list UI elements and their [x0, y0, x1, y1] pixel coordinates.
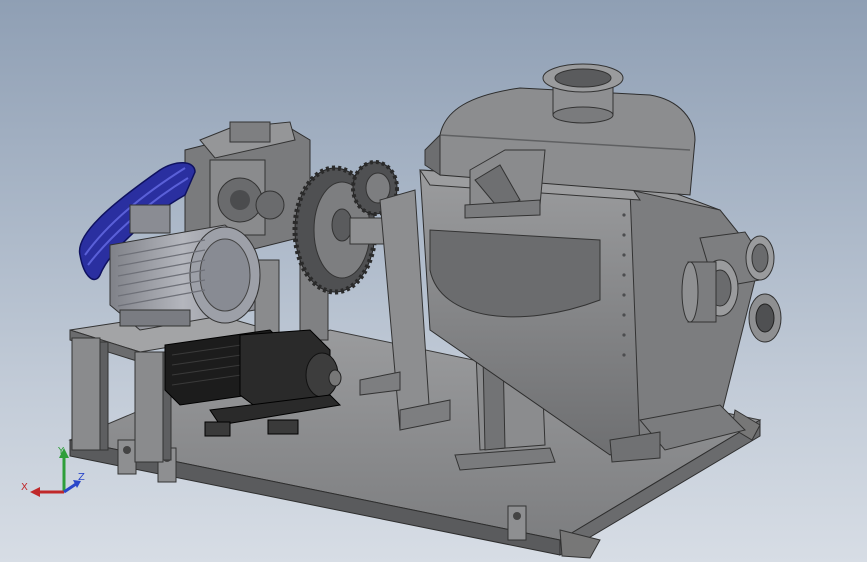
y-axis-label: Y	[57, 446, 65, 457]
z-axis-arrow	[63, 482, 77, 494]
lifting-lug	[507, 505, 527, 541]
x-axis-label: X	[21, 482, 28, 493]
mixer-assembly-model[interactable]	[0, 0, 867, 562]
cad-viewport[interactable]: X Y Z	[0, 0, 867, 562]
z-axis-label: Z	[78, 472, 85, 483]
axis-triad: X Y Z	[21, 446, 85, 497]
lifting-lug	[117, 439, 137, 475]
feed-inlet	[542, 63, 624, 124]
shaft-outlet-mid	[681, 261, 717, 323]
x-axis-arrowhead	[30, 487, 40, 497]
